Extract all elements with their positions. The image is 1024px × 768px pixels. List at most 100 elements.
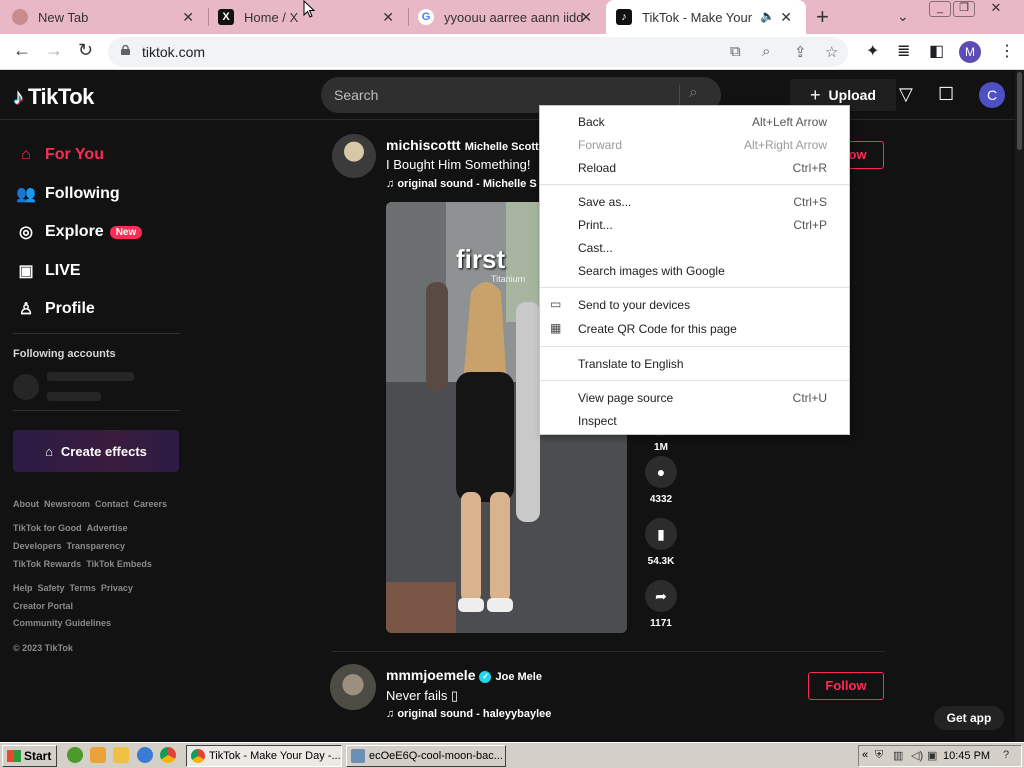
tab-google-search[interactable]: G yyoouu aarree aann iidd ✕: [410, 0, 606, 34]
close-icon[interactable]: ✕: [780, 9, 792, 26]
post-sound[interactable]: ♫ original sound - haleyybaylee: [386, 708, 551, 720]
search-input[interactable]: Search: [334, 87, 378, 103]
taskbar-item-tiktok[interactable]: TikTok - Make Your Day -...: [186, 745, 342, 767]
tray-app-icon[interactable]: ▣: [927, 749, 941, 763]
menu-item-create-qr-code[interactable]: ▦ Create QR Code for this page: [540, 318, 849, 340]
divider: [13, 410, 180, 411]
tab-title: TikTok - Make Your D: [642, 9, 752, 25]
zoom-icon[interactable]: ⌕: [762, 43, 770, 60]
close-icon[interactable]: ✕: [580, 9, 592, 26]
footer-link[interactable]: TikTok Rewards: [13, 559, 81, 569]
extensions-icon[interactable]: ✦: [866, 41, 879, 61]
tab-search-chevron-icon[interactable]: ⌄: [897, 8, 909, 25]
footer-link[interactable]: Help: [13, 583, 33, 593]
footer-link[interactable]: TikTok Embeds: [86, 559, 152, 569]
folder-icon[interactable]: [113, 747, 129, 763]
speaker-icon[interactable]: 🔈: [760, 9, 775, 23]
menu-item-translate[interactable]: Translate to English: [540, 353, 849, 375]
quicklaunch-icon[interactable]: [67, 747, 83, 763]
bookmark-action[interactable]: ▮ 54.3K: [642, 518, 680, 567]
share-icon[interactable]: ⇪: [794, 43, 807, 61]
address-bar[interactable]: tiktok.com ⧉ ⌕ ⇪ ☆: [108, 37, 848, 67]
tab-new-tab[interactable]: New Tab ✕: [12, 0, 208, 34]
security-icon[interactable]: ⛨: [875, 749, 889, 763]
sidebar-item-following[interactable]: 👥 Following: [15, 184, 120, 204]
footer-link[interactable]: Advertise: [87, 523, 128, 533]
footer-link[interactable]: Transparency: [67, 541, 126, 551]
new-tab-button[interactable]: +: [816, 4, 829, 30]
network-icon[interactable]: ▥: [893, 749, 907, 763]
footer-link[interactable]: TikTok for Good: [13, 523, 82, 533]
tiktok-logo[interactable]: ♪ TikTok: [13, 84, 94, 110]
taskbar-item-image[interactable]: ecOeE6Q-cool-moon-bac...: [346, 745, 506, 767]
follow-button[interactable]: Follow: [808, 672, 884, 700]
footer-link[interactable]: Newsroom: [44, 499, 90, 509]
inbox-icon[interactable]: ☐: [938, 84, 954, 105]
sidebar-item-explore[interactable]: ◎ Explore New: [15, 222, 143, 242]
chevron-left-icon[interactable]: «: [862, 749, 868, 761]
get-app-button[interactable]: Get app: [934, 706, 1004, 730]
sidebar-item-profile[interactable]: ♙ Profile: [15, 299, 95, 319]
footer-link[interactable]: Community Guidelines: [13, 618, 111, 628]
footer-link[interactable]: Developers: [13, 541, 62, 551]
internet-explorer-icon[interactable]: [137, 747, 153, 763]
start-button[interactable]: Start: [2, 745, 57, 767]
close-icon[interactable]: ✕: [182, 9, 194, 26]
menu-item-cast[interactable]: Cast...: [540, 237, 849, 259]
avatar[interactable]: [330, 664, 376, 710]
open-in-app-icon[interactable]: ⧉: [730, 43, 741, 60]
sidebar-item-live[interactable]: ▣ LIVE: [15, 261, 80, 281]
menu-item-view-source[interactable]: View page source Ctrl+U: [540, 387, 849, 409]
close-window-button[interactable]: ✕: [985, 1, 1007, 17]
create-effects-button[interactable]: ⌂ Create effects: [13, 430, 179, 472]
post-username[interactable]: michiscottt Michelle Scott: [386, 137, 539, 153]
media-controls-icon[interactable]: ≣: [897, 41, 910, 61]
volume-icon[interactable]: ◁): [911, 749, 925, 763]
sidebar-item-label: For You: [45, 146, 104, 163]
tab-tiktok[interactable]: ♪ TikTok - Make Your D 🔈 ✕: [606, 0, 806, 34]
chrome-icon[interactable]: [160, 747, 176, 763]
close-icon[interactable]: ✕: [382, 9, 394, 26]
user-avatar[interactable]: C: [979, 82, 1005, 108]
footer-link[interactable]: Contact: [95, 499, 129, 509]
music-note-icon: ♫: [386, 178, 398, 190]
tiktok-page: ♪ TikTok Search ⌕ + Upload ▽ ☐ C ⌂ For Y…: [0, 70, 1024, 742]
send-icon[interactable]: ▽: [899, 84, 913, 105]
comment-action[interactable]: ● 4332: [642, 456, 680, 505]
forward-arrow-icon[interactable]: →: [45, 40, 63, 61]
menu-item-search-images[interactable]: Search images with Google: [540, 260, 849, 282]
restore-button[interactable]: ❐: [953, 1, 975, 17]
menu-item-inspect[interactable]: Inspect: [540, 410, 849, 432]
media-player-icon[interactable]: [90, 747, 106, 763]
footer-link[interactable]: Privacy: [101, 583, 133, 593]
menu-item-forward[interactable]: Forward Alt+Right Arrow: [540, 134, 849, 156]
reload-icon[interactable]: ↻: [78, 40, 93, 61]
profile-avatar[interactable]: M: [959, 41, 981, 63]
footer-link[interactable]: Safety: [38, 583, 65, 593]
minimize-button[interactable]: _: [929, 1, 951, 17]
sidebar-item-for-you[interactable]: ⌂ For You: [15, 146, 104, 164]
menu-item-send-to-devices[interactable]: ▭ Send to your devices: [540, 294, 849, 316]
kebab-menu-icon[interactable]: ⋮: [999, 41, 1015, 61]
effects-icon: ⌂: [45, 443, 53, 459]
page-scrollbar[interactable]: [1015, 70, 1024, 742]
menu-item-print[interactable]: Print... Ctrl+P: [540, 214, 849, 236]
side-panel-icon[interactable]: ◧: [929, 41, 944, 61]
back-arrow-icon[interactable]: ←: [13, 40, 31, 61]
menu-item-reload[interactable]: Reload Ctrl+R: [540, 157, 849, 179]
scrollbar-thumb[interactable]: [1017, 72, 1022, 150]
divider: [332, 651, 885, 652]
share-action[interactable]: ➦ 1171: [642, 580, 680, 629]
footer-link[interactable]: Creator Portal: [13, 601, 73, 611]
menu-item-back[interactable]: Back Alt+Left Arrow: [540, 111, 849, 133]
bookmark-star-icon[interactable]: ☆: [825, 43, 838, 61]
footer-link[interactable]: About: [13, 499, 39, 509]
menu-item-save-as[interactable]: Save as... Ctrl+S: [540, 191, 849, 213]
search-icon[interactable]: ⌕: [689, 84, 698, 102]
footer-link[interactable]: Careers: [134, 499, 168, 509]
footer-link[interactable]: Terms: [70, 583, 96, 593]
help-icon[interactable]: ?: [1003, 749, 1017, 763]
post-sound[interactable]: ♫ original sound - Michelle S: [386, 178, 537, 190]
post-username[interactable]: mmmjoemele ✓ Joe Mele: [386, 667, 542, 683]
avatar[interactable]: [332, 134, 376, 178]
